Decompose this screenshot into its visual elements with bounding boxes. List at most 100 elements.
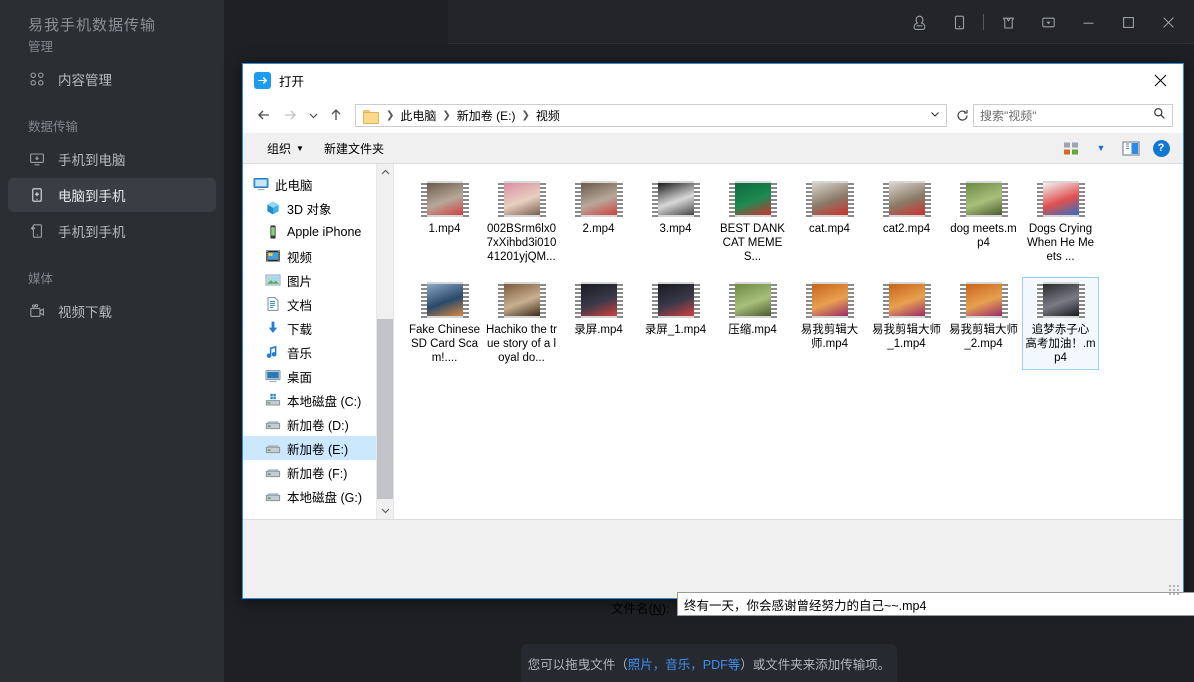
dialog-body: 此电脑 3D 对象 Apple iPhone 视频图片文档下载音乐桌面本地磁盘 (C:… [243,164,1183,519]
tree-item-label: 3D 对象 [287,199,331,218]
gift-icon[interactable] [988,2,1028,42]
sidebar-item-0-g1[interactable]: 手机到电脑 [8,142,216,176]
menu-dropdown-icon[interactable] [1028,2,1068,42]
file-item[interactable]: 2.mp4 [560,176,637,269]
file-name-label: 录屏_1.mp4 [645,323,706,337]
tree-item-9[interactable]: 本地磁盘 (C:) [243,388,393,412]
tree-item-3[interactable]: 视频 [243,244,393,268]
tree-item-label: 桌面 [287,367,312,386]
sidebar-item-0-g2[interactable]: 视频下载 [8,294,216,328]
file-item[interactable]: Dogs Crying When He Meets ... [1022,176,1099,269]
sidebar-item-2-g1[interactable]: 手机到手机 [8,214,216,248]
app-titlebar [448,0,1194,44]
close-button[interactable] [1148,2,1188,42]
tree-item-0[interactable]: 此电脑 [243,172,393,196]
tree-item-12[interactable]: 新加卷 (F:) [243,460,393,484]
breadcrumb-sep: ❯ [438,110,454,121]
maximize-button[interactable] [1108,2,1148,42]
tree-item-2[interactable]: Apple iPhone [243,220,393,244]
resize-grip[interactable] [1168,584,1180,596]
tree-item-11[interactable]: 新加卷 (E:) [243,436,393,460]
drive-icon [265,416,281,432]
tree-item-6[interactable]: 下载 [243,316,393,340]
pc-to-phone-icon [28,186,46,204]
dialog-close-icon[interactable] [1138,64,1183,97]
organize-button[interactable]: 组织 ▼ [257,136,314,160]
preview-pane-icon[interactable] [1117,136,1145,160]
sidebar-item-1-g1[interactable]: 电脑到手机 [8,178,216,212]
search-input[interactable]: 搜索"视频" [973,104,1173,127]
dialog-app-icon [254,72,271,89]
file-item[interactable]: dog meets.mp4 [945,176,1022,269]
breadcrumb-item-1[interactable]: 新加卷 (E:) [455,107,518,124]
application-window: 易我手机数据传输 管理内容管理数据传输手机到电脑电脑到手机手机到手机媒体视频下载 [0,0,1194,682]
filename-input[interactable]: 终有一天，你会感谢曾经努力的自己~~.mp4 [677,592,1194,616]
tree-item-8[interactable]: 桌面 [243,364,393,388]
folder-icon [363,109,379,122]
file-item[interactable]: 录屏.mp4 [560,277,637,370]
tree-item-label: Apple iPhone [287,225,361,239]
breadcrumb[interactable]: ❯ 此电脑 ❯ 新加卷 (E:) ❯ 视频 [355,104,947,127]
file-item[interactable]: cat2.mp4 [868,176,945,269]
file-name-label: 002BSrm6lx07xXihbd3i01041201yjQM... [486,222,557,264]
scroll-down-icon[interactable] [377,502,394,519]
file-item[interactable]: 易我剪辑大师_1.mp4 [868,277,945,370]
filename-label-key: N [653,602,662,616]
sidebar-group-label: 管理 [0,38,224,56]
tree-item-7[interactable]: 音乐 [243,340,393,364]
tree-item-label: 文档 [287,295,312,314]
filename-label-suffix: ): [662,602,670,616]
tree-item-4[interactable]: 图片 [243,268,393,292]
navigation-tree-pane: 此电脑 3D 对象 Apple iPhone 视频图片文档下载音乐桌面本地磁盘 (C:… [243,164,394,519]
refresh-button[interactable] [951,104,973,127]
account-icon[interactable] [899,2,939,42]
tree-item-1[interactable]: 3D 对象 [243,196,393,220]
file-item[interactable]: BEST DANK CAT MEMES... [714,176,791,269]
scroll-up-icon[interactable] [377,164,394,181]
file-item[interactable]: cat.mp4 [791,176,868,269]
phone-icon[interactable] [939,2,979,42]
file-item[interactable]: Fake Chinese SD Card Scam!.... [406,277,483,370]
new-folder-button[interactable]: 新建文件夹 [314,136,394,160]
help-button[interactable]: ? [1147,136,1175,160]
filename-value: 终有一天，你会感谢曾经努力的自己~~.mp4 [684,595,926,614]
file-item[interactable]: 压缩.mp4 [714,277,791,370]
dialog-toolbar: 组织 ▼ 新建文件夹 ▼ [243,133,1183,164]
breadcrumb-item-2[interactable]: 视频 [534,107,562,124]
tree-item-10[interactable]: 新加卷 (D:) [243,412,393,436]
tree-item-13[interactable]: 本地磁盘 (G:) [243,484,393,508]
tree-item-label: 下载 [287,319,312,338]
view-caret-icon[interactable]: ▼ [1087,136,1115,160]
sidebar-item-0-g0[interactable]: 内容管理 [8,62,216,96]
file-item[interactable]: 易我剪辑大师.mp4 [791,277,868,370]
sidebar-group-label: 数据传输 [0,118,224,136]
minimize-button[interactable] [1068,2,1108,42]
breadcrumb-item-0[interactable]: 此电脑 [398,107,438,124]
file-item[interactable]: 易我剪辑大师_2.mp4 [945,277,1022,370]
system-drive-icon [265,392,281,408]
chevron-down-icon[interactable] [930,109,940,121]
view-layout-icon[interactable] [1057,136,1085,160]
up-button[interactable] [323,102,349,128]
drop-hint-link[interactable]: 照片，音乐，PDF等 [628,654,741,673]
tree-item-5[interactable]: 文档 [243,292,393,316]
file-item[interactable]: 追梦赤子心 高考加油！.mp4 [1022,277,1099,370]
scrollbar-thumb[interactable] [377,319,394,499]
search-icon[interactable] [1153,107,1166,123]
tree-item-label: 新加卷 (E:) [287,439,348,458]
navigation-tree: 此电脑 3D 对象 Apple iPhone 视频图片文档下载音乐桌面本地磁盘 (C:… [243,164,393,508]
file-item[interactable]: 1.mp4 [406,176,483,269]
desktop-icon [265,368,281,384]
recent-locations-icon[interactable] [303,102,323,128]
tree-scrollbar[interactable] [376,164,393,519]
phone-to-pc-icon [28,150,46,168]
file-list-pane[interactable]: 1.mp4002BSrm6lx07xXihbd3i01041201yjQM...… [394,164,1183,519]
forward-button[interactable] [277,102,303,128]
file-item[interactable]: 002BSrm6lx07xXihbd3i01041201yjQM... [483,176,560,269]
back-button[interactable] [251,102,277,128]
file-item[interactable]: 录屏_1.mp4 [637,277,714,370]
organize-label: 组织 [267,140,291,157]
file-item[interactable]: Hachiko the true story of a loyal do... [483,277,560,370]
file-item[interactable]: 3.mp4 [637,176,714,269]
help-label: ? [1153,140,1170,157]
